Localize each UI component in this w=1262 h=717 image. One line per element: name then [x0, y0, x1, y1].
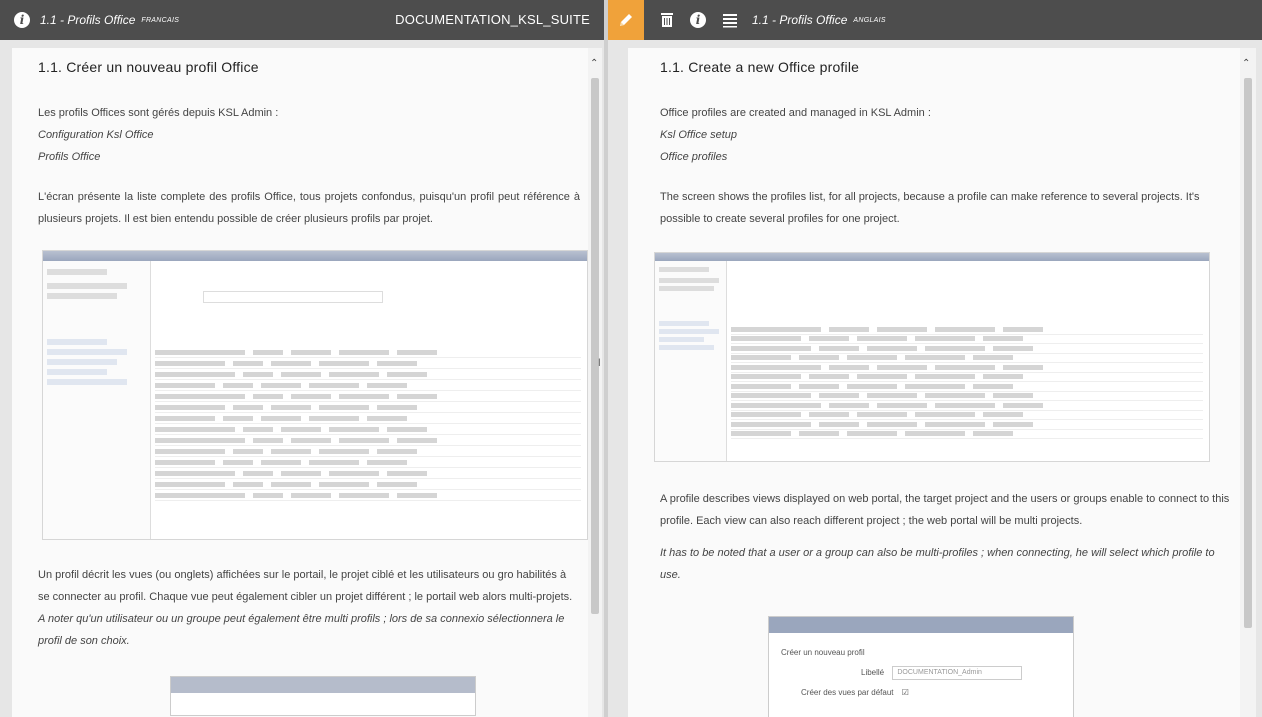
pencil-icon	[620, 14, 632, 26]
dialog-title: Créer un nouveau profil	[781, 648, 865, 657]
right-pane-english: i 1.1 - Profils Office ANGLAIS 1.1. Crea…	[608, 0, 1262, 717]
left-scrollbar[interactable]: ⌃	[588, 48, 602, 717]
dialog-checkbox[interactable]: ☑	[902, 688, 909, 697]
left-dialog-thumbnail	[170, 676, 476, 716]
scroll-up-icon[interactable]: ⌃	[1242, 58, 1250, 69]
info-icon: i	[690, 12, 706, 28]
doc-name: DOCUMENTATION_KSL_SUITE	[395, 12, 590, 27]
list-icon	[723, 14, 737, 28]
right-paragraph-2: The screen shows the profiles list, for …	[660, 191, 1200, 225]
dialog-label-text: Libellé	[861, 668, 885, 677]
right-header-bar: i 1.1 - Profils Office ANGLAIS	[608, 0, 1262, 40]
info-icon[interactable]: i	[14, 12, 30, 28]
right-header-title: 1.1 - Profils Office	[752, 13, 848, 27]
trash-icon	[661, 13, 673, 27]
left-nav-2: Profils Office	[38, 151, 101, 163]
right-dialog-create-profile: Créer un nouveau profil Libellé DOCUMENT…	[768, 616, 1074, 717]
right-heading: 1.1. Create a new Office profile	[660, 59, 860, 75]
left-document-page: 1.1. Créer un nouveau profil Office Les …	[12, 48, 588, 717]
right-paragraph-3: A profile describes views displayed on w…	[660, 493, 1230, 527]
left-paragraph-3: Un profil décrit les vues (ou onglets) a…	[38, 569, 573, 603]
right-scroll-thumb[interactable]	[1244, 78, 1252, 628]
left-paragraph-4: A noter qu'un utilisateur ou un groupe p…	[38, 613, 565, 647]
right-scrollbar[interactable]: ⌃	[1240, 48, 1256, 717]
left-nav-1: Configuration Ksl Office	[38, 129, 154, 141]
right-document-page: 1.1. Create a new Office profile Office …	[628, 48, 1240, 717]
dialog-label-input[interactable]: DOCUMENTATION_Admin	[892, 665, 1023, 680]
splitter-handle[interactable]: ǀ	[598, 358, 601, 369]
left-header-bar: i 1.1 - Profils Office FRANCAIS DOCUMENT…	[0, 0, 604, 40]
scroll-up-icon[interactable]: ⌃	[590, 58, 598, 69]
left-pane-french: i 1.1 - Profils Office FRANCAIS DOCUMENT…	[0, 0, 604, 717]
right-paragraph-4: It has to be noted that a user or a grou…	[660, 547, 1215, 581]
edit-button[interactable]	[608, 0, 644, 40]
right-screenshot-profiles-list	[654, 252, 1210, 462]
left-screenshot-profiles-list	[42, 250, 588, 540]
left-header-lang: FRANCAIS	[141, 16, 180, 24]
left-scroll-thumb[interactable]	[591, 78, 599, 614]
right-header-lang: ANGLAIS	[853, 16, 886, 24]
right-nav-1: Ksl Office setup	[660, 129, 738, 141]
left-paragraph-2: L'écran présente la liste complete des p…	[38, 191, 580, 225]
list-button[interactable]	[722, 12, 738, 28]
dialog-header	[769, 617, 1073, 633]
right-paragraph-1: Office profiles are created and managed …	[660, 107, 931, 119]
left-header-title: 1.1 - Profils Office	[40, 13, 136, 27]
delete-button[interactable]	[660, 12, 674, 28]
dialog-checkbox-label: Créer des vues par défaut	[801, 688, 894, 697]
info-button[interactable]: i	[690, 12, 706, 28]
documentation-editor: i 1.1 - Profils Office FRANCAIS DOCUMENT…	[0, 0, 1262, 717]
right-nav-2: Office profiles	[660, 151, 728, 163]
left-paragraph-1: Les profils Offices sont gérés depuis KS…	[38, 107, 279, 119]
left-heading: 1.1. Créer un nouveau profil Office	[38, 59, 259, 75]
